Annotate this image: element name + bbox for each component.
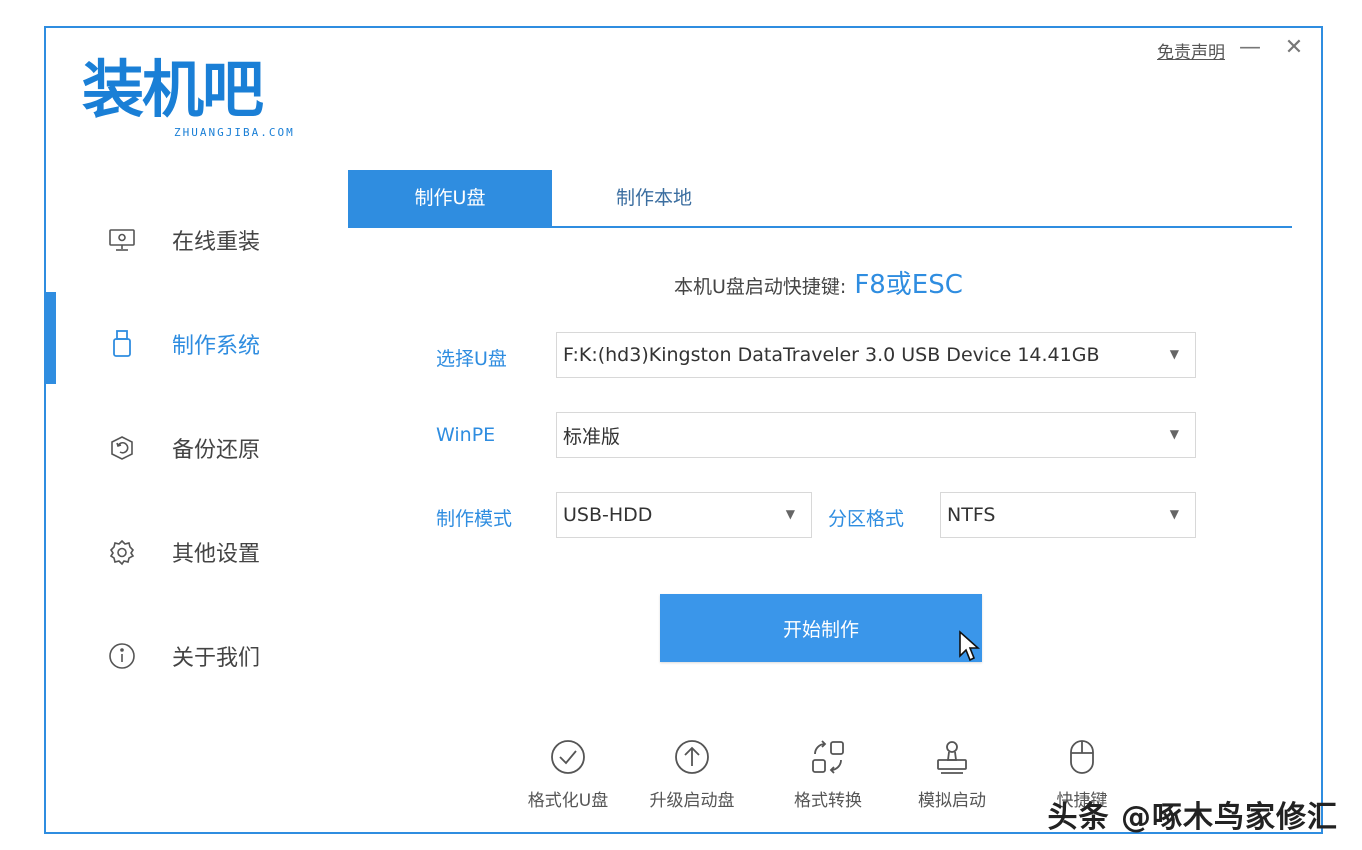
tool-label: 格式化U盘 [527, 791, 609, 811]
sidebar-item-label: 其他设置 [172, 542, 261, 567]
sidebar-item-about-us[interactable]: 关于我们 [46, 604, 336, 708]
hotkey-label: 本机U盘启动快捷键: [674, 276, 847, 298]
tool-label: 升级启动盘 [649, 791, 735, 811]
caret-down-icon: ▼ [1169, 347, 1179, 361]
disclaimer-link[interactable]: 免责声明 [1157, 38, 1225, 63]
tab-bar: 制作U盘 制作本地 [348, 170, 1292, 228]
sidebar-item-label: 备份还原 [172, 438, 261, 463]
minimize-button[interactable]: — [1237, 34, 1263, 62]
tool-format-usb[interactable]: 格式化U盘 [508, 734, 628, 811]
watermark: 头条 @啄木鸟家修汇 [1047, 800, 1338, 835]
usb-select-label: 选择U盘 [436, 348, 507, 370]
stamp-icon [892, 734, 1012, 780]
caret-down-icon: ▼ [1169, 427, 1179, 441]
app-window: 装机吧 ZHUANGJIBA.COM 免责声明 — ✕ 在线重装 制作系统 备份… [44, 26, 1323, 834]
tool-format-convert[interactable]: 格式转换 [768, 734, 888, 811]
logo: 装机吧 ZHUANGJIBA.COM [82, 52, 322, 148]
mode-select-label: 制作模式 [436, 508, 513, 530]
sidebar-item-backup-restore[interactable]: 备份还原 [46, 396, 336, 500]
tool-label: 格式转换 [794, 791, 862, 811]
partition-select-label: 分区格式 [828, 508, 905, 530]
info-icon [108, 642, 136, 670]
gear-icon [108, 538, 136, 566]
mode-select-value: USB-HDD [563, 504, 653, 526]
sidebar-item-make-system[interactable]: 制作系统 [44, 292, 336, 396]
tab-make-local[interactable]: 制作本地 [552, 170, 756, 226]
check-circle-icon [508, 734, 628, 780]
hotkey-value: F8或ESC [854, 270, 963, 300]
sidebar: 在线重装 制作系统 备份还原 其他设置 关于我们 [44, 188, 336, 708]
sidebar-item-label: 关于我们 [172, 646, 261, 671]
tab-make-usb[interactable]: 制作U盘 [348, 170, 552, 226]
sidebar-item-other-settings[interactable]: 其他设置 [46, 500, 336, 604]
caret-down-icon: ▼ [785, 507, 795, 521]
tool-simulate-boot[interactable]: 模拟启动 [892, 734, 1012, 811]
usb-select-value: F:K:(hd3)Kingston DataTraveler 3.0 USB D… [563, 344, 1100, 366]
backup-icon [108, 434, 136, 462]
start-make-button[interactable]: 开始制作 [660, 594, 982, 662]
winpe-select-value: 标准版 [563, 425, 621, 448]
partition-select-value: NTFS [947, 504, 996, 526]
partition-select[interactable]: NTFS ▼ [940, 492, 1196, 538]
close-button[interactable]: ✕ [1281, 34, 1307, 62]
convert-icon [768, 734, 888, 780]
logo-subtext: ZHUANGJIBA.COM [174, 126, 295, 139]
usb-drive-icon [108, 330, 136, 358]
tool-upgrade-boot-disk[interactable]: 升级启动盘 [632, 734, 752, 811]
sidebar-item-label: 在线重装 [172, 230, 261, 255]
sidebar-item-online-reinstall[interactable]: 在线重装 [46, 188, 336, 292]
mouse-cursor-icon [959, 630, 980, 662]
logo-text: 装机吧 [82, 53, 264, 126]
usb-select[interactable]: F:K:(hd3)Kingston DataTraveler 3.0 USB D… [556, 332, 1196, 378]
winpe-select-label: WinPE [436, 424, 496, 446]
mode-select[interactable]: USB-HDD ▼ [556, 492, 812, 538]
mouse-icon [1022, 734, 1142, 780]
arrow-up-circle-icon [632, 734, 752, 780]
winpe-select[interactable]: 标准版 ▼ [556, 412, 1196, 458]
tool-label: 模拟启动 [918, 791, 986, 811]
hotkey-info: 本机U盘启动快捷键: F8或ESC [674, 264, 963, 301]
sidebar-item-label: 制作系统 [172, 334, 261, 359]
caret-down-icon: ▼ [1169, 507, 1179, 521]
monitor-icon [108, 226, 136, 254]
